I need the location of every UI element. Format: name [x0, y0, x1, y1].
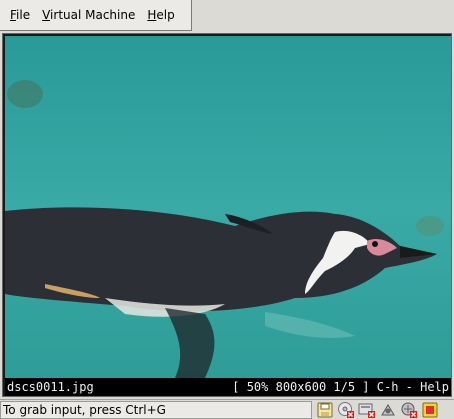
- status-bar: To grab input, press Ctrl+G: [0, 399, 454, 419]
- disk-disconnected-icon[interactable]: [358, 401, 376, 419]
- cdrom-disconnected-icon[interactable]: [337, 401, 355, 419]
- device-status-icons: [316, 401, 439, 419]
- algae-patch: [416, 216, 444, 236]
- menu-help-label: elp: [156, 7, 175, 22]
- penguin-photo: [5, 36, 451, 378]
- menu-virtual-machine-label: irtual Machine: [50, 7, 136, 22]
- menu-virtual-machine-mnemonic: V: [42, 7, 51, 22]
- image-viewer-statusline: dscs0011.jpg [ 50% 800x600 1/5 ] C-h - H…: [5, 378, 451, 396]
- vm-console[interactable]: dscs0011.jpg [ 50% 800x600 1/5 ] C-h - H…: [2, 33, 452, 397]
- menu-virtual-machine[interactable]: Virtual Machine: [36, 0, 141, 31]
- network-disconnected-icon[interactable]: [400, 401, 418, 419]
- usb-icon[interactable]: [421, 401, 439, 419]
- status-message: To grab input, press Ctrl+G: [0, 401, 312, 419]
- network-icon[interactable]: [379, 401, 397, 419]
- menu-help[interactable]: Help: [141, 0, 180, 31]
- menu-bar: File Virtual Machine Help: [0, 0, 192, 31]
- guest-screen[interactable]: [5, 36, 451, 378]
- viewer-filename: dscs0011.jpg: [7, 380, 94, 394]
- menu-file-label: ile: [16, 7, 31, 22]
- algae-patch: [7, 80, 43, 108]
- menu-file[interactable]: File: [4, 0, 36, 31]
- water-background: [5, 36, 451, 378]
- viewer-info: [ 50% 800x600 1/5 ] C-h - Help: [232, 380, 449, 394]
- penguin-eye: [372, 241, 378, 247]
- floppy-icon[interactable]: [316, 401, 334, 419]
